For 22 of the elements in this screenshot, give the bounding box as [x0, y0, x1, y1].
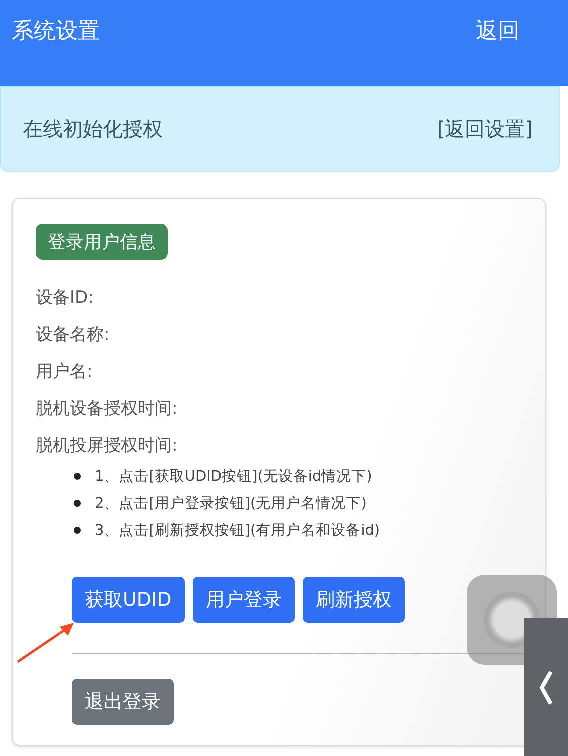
- chevron-left-icon: [539, 670, 553, 706]
- info-label: 设备ID:: [36, 287, 95, 309]
- info-label: 用户名:: [36, 361, 94, 383]
- action-button[interactable]: 获取UDID: [72, 577, 185, 623]
- section-title: 在线初始化授权: [23, 116, 163, 142]
- page-title: 系统设置: [12, 18, 100, 46]
- bullet-icon: [74, 473, 81, 480]
- return-settings-link[interactable]: [返回设置]: [437, 116, 533, 142]
- section-badge: 登录用户信息: [36, 224, 168, 260]
- side-drawer-tab[interactable]: [524, 618, 568, 756]
- instruction-text: 1、点击[获取UDID按钮](无设备id情况下): [95, 468, 372, 486]
- bullet-icon: [74, 527, 81, 534]
- info-label: 设备名称:: [36, 324, 111, 346]
- instruction-text: 3、点击[刷新授权按钮](有用户名和设备id): [95, 522, 380, 540]
- info-label: 脱机投屏授权时间:: [36, 435, 179, 457]
- bullet-icon: [74, 500, 81, 507]
- action-button[interactable]: 用户登录: [192, 577, 295, 623]
- info-label: 脱机设备授权时间:: [36, 398, 179, 420]
- instruction-text: 2、点击[用户登录按钮](无用户名情况下): [95, 495, 367, 513]
- action-button[interactable]: 刷新授权: [302, 577, 405, 623]
- back-link[interactable]: 返回: [476, 16, 520, 46]
- logout-button[interactable]: 退出登录: [72, 679, 174, 725]
